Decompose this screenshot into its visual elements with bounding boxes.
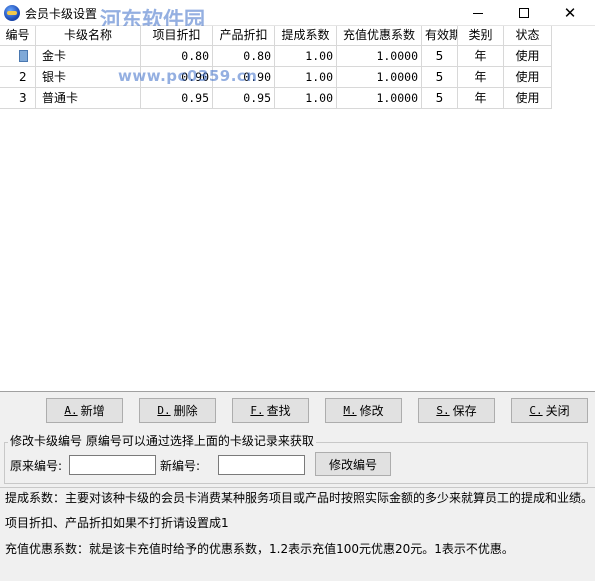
- product-discount-cell[interactable]: 0.95: [213, 88, 275, 109]
- save-button[interactable]: S. 保存: [418, 398, 495, 423]
- delete-button[interactable]: D. 删除: [139, 398, 216, 423]
- shortcut-key: C.: [529, 404, 543, 417]
- recharge-note: 充值优惠系数：就是该卡充值时给予的优惠系数，1.2表示充值100元优惠20元。1…: [5, 542, 514, 556]
- item-discount-cell[interactable]: 0.95: [141, 88, 213, 109]
- type-cell[interactable]: 年: [458, 88, 504, 109]
- modify-id-button[interactable]: 修改编号: [315, 452, 391, 476]
- column-header[interactable]: 提成系数: [275, 26, 337, 46]
- commission-cell[interactable]: 1.00: [275, 67, 337, 88]
- type-cell[interactable]: 年: [458, 46, 504, 67]
- row-id-text: 3: [19, 91, 27, 105]
- column-header[interactable]: 卡级名称: [36, 26, 141, 46]
- validity-cell[interactable]: 5: [422, 88, 458, 109]
- card-name-cell[interactable]: 金卡: [36, 46, 141, 67]
- find-button[interactable]: F. 查找: [232, 398, 309, 423]
- status-cell[interactable]: 使用: [504, 88, 552, 109]
- new-id-label: 新编号:: [160, 459, 201, 473]
- modify-button[interactable]: M. 修改: [325, 398, 402, 423]
- column-header[interactable]: 有效期: [422, 26, 458, 46]
- status-cell[interactable]: 使用: [504, 67, 552, 88]
- recharge-factor-cell[interactable]: 1.0000: [337, 67, 422, 88]
- old-id-input[interactable]: [69, 455, 156, 475]
- rename-group-legend: 修改卡级编号 原编号可以通过选择上面的卡级记录来获取: [8, 432, 316, 449]
- card-name-cell[interactable]: 普通卡: [36, 88, 141, 109]
- type-cell[interactable]: 年: [458, 67, 504, 88]
- item-discount-cell[interactable]: 0.90: [141, 67, 213, 88]
- row-id: 2: [0, 67, 36, 88]
- row-selector-icon: [19, 50, 28, 62]
- shortcut-key: S.: [436, 404, 450, 417]
- commission-note: 提成系数：主要对该种卡级的会员卡消费某种服务项目或产品时按照实际金额的多少来就算…: [5, 491, 594, 505]
- card-level-grid[interactable]: 编号 卡级名称 项目折扣 产品折扣 提成系数 充值优惠系数 有效期 类别 状态 …: [0, 26, 595, 392]
- add-button-label: 新增: [80, 404, 105, 418]
- item-discount-cell[interactable]: 0.80: [141, 46, 213, 67]
- minimize-button[interactable]: [455, 0, 501, 26]
- shortcut-key: A.: [64, 404, 78, 417]
- title-bar: 会员卡级设置 河东软件园 ✕: [0, 0, 595, 32]
- column-header[interactable]: 产品折扣: [213, 26, 275, 46]
- modify-button-label: 修改: [359, 404, 384, 418]
- close-window-button[interactable]: ✕: [547, 0, 593, 26]
- recharge-factor-cell[interactable]: 1.0000: [337, 46, 422, 67]
- divider: [0, 487, 595, 488]
- shortcut-key: F.: [250, 404, 264, 417]
- column-header[interactable]: 类别: [458, 26, 504, 46]
- delete-button-label: 删除: [173, 404, 198, 418]
- close-button[interactable]: C. 关闭: [511, 398, 588, 423]
- minimize-icon: [473, 12, 483, 14]
- shortcut-key: M.: [343, 404, 357, 417]
- column-header[interactable]: 项目折扣: [141, 26, 213, 46]
- recharge-factor-cell[interactable]: 1.0000: [337, 88, 422, 109]
- shortcut-key: D.: [157, 404, 171, 417]
- discount-note: 项目折扣、产品折扣如果不打折请设置成1: [5, 516, 229, 530]
- card-name-cell[interactable]: 银卡: [36, 67, 141, 88]
- maximize-button[interactable]: [501, 0, 547, 26]
- row-id: [0, 46, 36, 67]
- product-discount-cell[interactable]: 0.80: [213, 46, 275, 67]
- validity-cell[interactable]: 5: [422, 46, 458, 67]
- commission-cell[interactable]: 1.00: [275, 46, 337, 67]
- new-id-input[interactable]: [218, 455, 305, 475]
- column-header[interactable]: 充值优惠系数: [337, 26, 422, 46]
- app-icon: [4, 5, 20, 21]
- column-header[interactable]: 状态: [504, 26, 552, 46]
- add-button[interactable]: A. 新增: [46, 398, 123, 423]
- row-id: 3: [0, 88, 36, 109]
- save-button-label: 保存: [452, 404, 477, 418]
- find-button-label: 查找: [266, 404, 291, 418]
- row-id-text: 2: [19, 70, 27, 84]
- close-icon: ✕: [563, 3, 577, 22]
- maximize-icon: [519, 8, 529, 18]
- product-discount-cell[interactable]: 0.90: [213, 67, 275, 88]
- window-title: 会员卡级设置: [25, 7, 98, 21]
- status-cell[interactable]: 使用: [504, 46, 552, 67]
- column-header[interactable]: 编号: [0, 26, 36, 46]
- old-id-label: 原来编号:: [10, 459, 63, 473]
- commission-cell[interactable]: 1.00: [275, 88, 337, 109]
- close-button-label: 关闭: [545, 404, 570, 418]
- validity-cell[interactable]: 5: [422, 67, 458, 88]
